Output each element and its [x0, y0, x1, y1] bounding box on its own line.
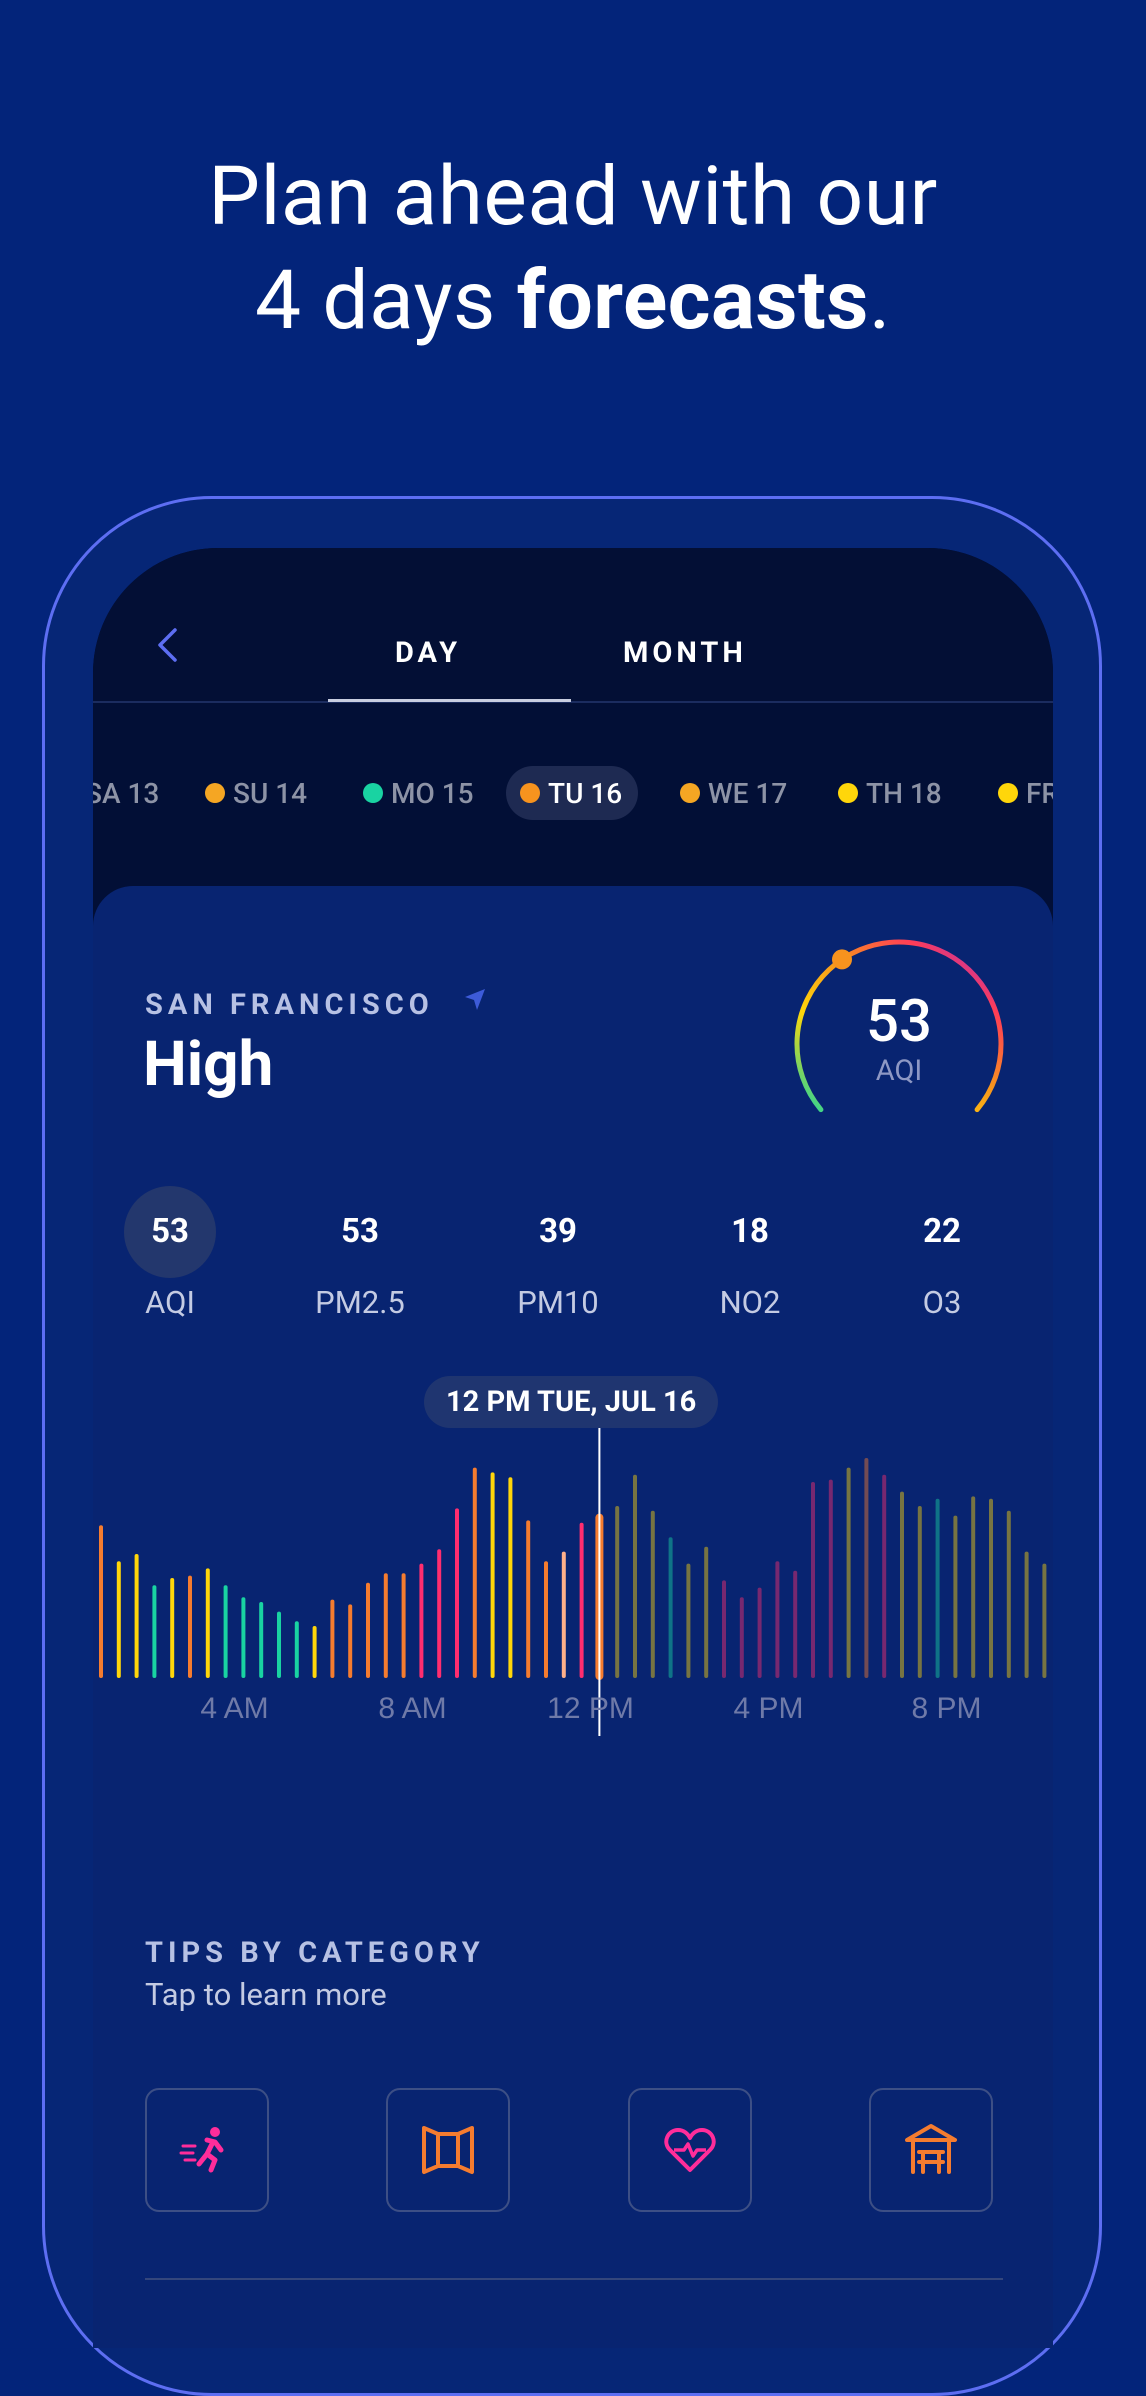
day-chip-label: TU 16	[548, 776, 623, 810]
day-chip-label: TH 18	[866, 776, 942, 810]
day-chip[interactable]: SA 13	[93, 766, 159, 820]
day-chip[interactable]: WE 17	[680, 766, 787, 820]
day-chip[interactable]: FR 19	[998, 766, 1053, 820]
status-dot	[363, 783, 383, 803]
day-chip-label: SA 13	[93, 776, 160, 810]
pollutant-label: PM10	[517, 1284, 599, 1321]
tip-health-button[interactable]	[628, 2088, 752, 2212]
tips-title: TIPS BY CATEGORY	[145, 1936, 485, 1970]
headline-line2-bold: forecasts	[516, 253, 869, 349]
aqi-label: AQI	[875, 1054, 923, 1088]
tab-day[interactable]: DAY	[323, 636, 533, 670]
day-chip-label: WE 17	[708, 776, 788, 810]
phone-screen: DAY MONTH SA 13 SU 14 MO 15 TU 16 WE 17 …	[93, 548, 1053, 2348]
tab-month[interactable]: MONTH	[623, 636, 747, 670]
pollutant-value: 53	[124, 1186, 216, 1278]
headline-line2-text: 4 days	[254, 253, 517, 349]
status-dot	[205, 783, 225, 803]
gazebo-icon	[905, 2124, 957, 2174]
pollutant-label: PM2.5	[315, 1284, 405, 1321]
day-chip-label: MO 15	[391, 776, 474, 810]
x-tick-label: 12 PM	[547, 1692, 634, 1725]
headline-line1: Plan ahead with our	[208, 149, 938, 245]
pollutant-value: 53	[341, 1212, 379, 1251]
pollutant-no2[interactable]: 18 NO2	[665, 1186, 835, 1321]
status-dot	[680, 783, 700, 803]
headline-line2-suffix: .	[868, 253, 892, 349]
pollutant-value: 18	[731, 1212, 769, 1251]
aqi-level: High	[143, 1028, 274, 1101]
x-tick-label: 8 PM	[911, 1692, 981, 1725]
pollutant-label: AQI	[145, 1284, 195, 1321]
pollutant-value: 22	[923, 1212, 961, 1251]
gauge-indicator	[832, 949, 852, 970]
status-dot	[998, 783, 1018, 803]
pollutant-pm25[interactable]: 53 PM2.5	[275, 1186, 445, 1321]
pollutant-value: 39	[539, 1212, 577, 1251]
running-icon	[179, 2127, 224, 2173]
location-arrow-icon	[465, 989, 485, 1010]
pollutant-aqi[interactable]: 53 AQI	[93, 1186, 255, 1321]
pollutant-pm10[interactable]: 39 PM10	[473, 1186, 643, 1321]
aqi-card: SAN FRANCISCO High 53 AQI 53 AQI 53 PM2.5 …	[93, 886, 1053, 2348]
status-dot	[838, 783, 858, 803]
day-chip-label: SU 14	[233, 776, 308, 810]
day-chip-label: FR 19	[1026, 776, 1053, 810]
status-dot	[520, 783, 540, 803]
tip-outdoor-button[interactable]	[869, 2088, 993, 2212]
tab-indicator	[328, 699, 571, 702]
window-icon	[422, 2126, 474, 2174]
day-chip[interactable]: MO 15	[363, 766, 474, 820]
x-tick-label: 8 AM	[378, 1692, 446, 1725]
day-chip[interactable]: SU 14	[205, 766, 307, 820]
headline: Plan ahead with our 4 days forecasts.	[0, 145, 1146, 353]
heart-icon	[664, 2128, 716, 2172]
aqi-value: 53	[866, 988, 932, 1056]
x-tick-label: 4 AM	[200, 1692, 268, 1725]
pollutant-label: O3	[922, 1284, 962, 1321]
pollutant-selector: 53 AQI 53 PM2.5 39 PM10 18 NO2 22 O3	[93, 1186, 1053, 1336]
tip-exercise-button[interactable]	[145, 2088, 269, 2212]
day-selector: SA 13 SU 14 MO 15 TU 16 WE 17 TH 18 FR 1…	[93, 766, 1053, 826]
tip-windows-button[interactable]	[386, 2088, 510, 2212]
day-chip[interactable]: TH 18	[838, 766, 942, 820]
pollutant-o3[interactable]: 22 O3	[857, 1186, 1027, 1321]
top-bar: DAY MONTH	[93, 548, 1053, 703]
city-name: SAN FRANCISCO	[145, 988, 434, 1022]
pollutant-label: NO2	[719, 1284, 781, 1321]
x-tick-label: 4 PM	[733, 1692, 803, 1725]
hourly-chart[interactable]: 12 PM TUE, JUL 16 4 AM 8 AM 12 PM 4 PM 8 PM	[93, 1376, 1053, 1776]
day-chip-selected[interactable]: TU 16	[506, 766, 639, 820]
headline-line2: 4 days forecasts.	[0, 249, 1146, 353]
divider	[145, 2278, 1003, 2280]
tips-subtitle: Tap to learn more	[145, 1976, 387, 2013]
chart-bars: 4 AM 8 AM 12 PM 4 PM 8 PM	[99, 1428, 1047, 1736]
back-arrow-icon[interactable]	[151, 628, 185, 662]
